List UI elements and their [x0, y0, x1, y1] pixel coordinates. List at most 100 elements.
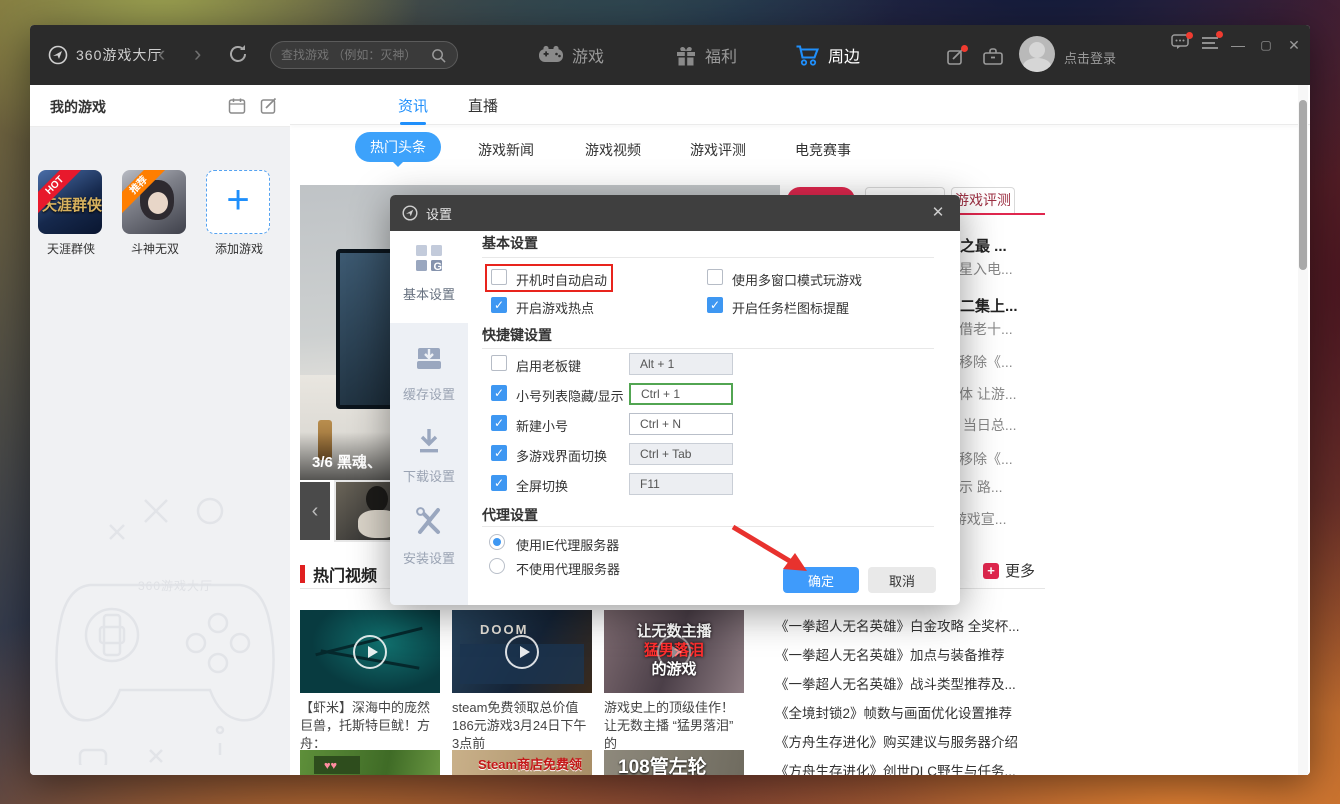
hotkey-input-multi-game-switch[interactable]: Ctrl + Tab	[629, 443, 733, 465]
scrollbar-track[interactable]	[1298, 85, 1308, 775]
checkbox-taskbar-reminder[interactable]: ✓	[707, 297, 723, 313]
checkbox-boss-key[interactable]	[491, 355, 507, 371]
subtab-hot-headlines[interactable]: 热门头条	[355, 132, 441, 162]
controller-watermark	[50, 465, 280, 765]
dialog-nav-install[interactable]: 安装设置	[390, 507, 468, 567]
tab-live[interactable]: 直播	[468, 95, 498, 116]
dialog-nav-cache[interactable]: 缓存设置	[390, 345, 468, 403]
article-link[interactable]: 《方舟生存进化》购买建议与服务器介绍	[775, 731, 1047, 751]
checkbox-game-hotspot[interactable]: ✓	[491, 297, 507, 313]
hotkey-input-alt-list-toggle[interactable]: Ctrl + 1	[629, 383, 733, 405]
article-link[interactable]: 《一拳超人无名英雄》加点与装备推荐	[775, 644, 1047, 664]
ok-button[interactable]: 确定	[783, 567, 859, 593]
tab-news[interactable]: 资讯	[398, 95, 428, 116]
nav-games[interactable]: 游戏	[538, 25, 604, 85]
compose-icon[interactable]	[946, 47, 966, 72]
checkbox-label: 开启任务栏图标提醒	[732, 298, 849, 317]
radio-no-proxy[interactable]	[489, 558, 505, 574]
checkbox-label: 开启游戏热点	[516, 298, 594, 317]
subtab-game-news[interactable]: 游戏新闻	[478, 140, 534, 160]
dialog-nav-download[interactable]: 下载设置	[390, 427, 468, 485]
hotkey-input-new-alt[interactable]: Ctrl + N	[629, 413, 733, 435]
news-item[interactable]: 群体 让游...	[945, 384, 1050, 404]
back-arrow-icon[interactable]: ‹	[158, 43, 165, 65]
toolbox-icon[interactable]	[982, 47, 1004, 72]
game-label: 天涯群侠	[38, 240, 104, 257]
video-card[interactable]: 让无数主播 猛男落泪 的游戏 游戏史上的顶级佳作！让无数主播 “猛男落泪” 的	[604, 610, 744, 753]
cache-settings-icon	[414, 345, 444, 373]
checkbox-multiwindow[interactable]	[707, 269, 723, 285]
subtab-esports[interactable]: 电竞赛事	[795, 140, 851, 160]
news-item[interactable]: 年之最 ...	[945, 235, 1050, 256]
messages-icon[interactable]	[1168, 33, 1192, 57]
search-icon[interactable]	[431, 48, 446, 63]
forward-arrow-icon[interactable]: ›	[194, 43, 201, 65]
nav-peripherals[interactable]: 周边	[795, 25, 860, 85]
news-item[interactable]: 工 当日总...	[945, 415, 1050, 435]
checkbox-alt-list-toggle[interactable]: ✓	[491, 385, 507, 401]
radio-use-ie-proxy[interactable]	[489, 534, 505, 550]
avatar[interactable]	[1019, 36, 1055, 72]
refresh-icon[interactable]	[226, 42, 250, 71]
plus-icon: +	[206, 170, 270, 234]
article-link[interactable]: 《一拳超人无名英雄》战斗类型推荐及...	[775, 673, 1047, 693]
game-doushenwushuang[interactable]: 推荐 斗神无双	[122, 170, 188, 257]
menu-badge	[1216, 31, 1223, 38]
dialog-close-icon[interactable]: ✕	[928, 203, 948, 223]
video-thumbnail[interactable]: ♥♥	[300, 750, 440, 775]
add-game-button[interactable]: + 添加游戏	[206, 170, 272, 257]
news-item[interactable]: 者移除《...	[945, 449, 1050, 469]
news-item[interactable]: 球星入电...	[945, 259, 1050, 279]
maximize-button[interactable]: ▢	[1254, 33, 1278, 57]
checkbox-multi-game-switch[interactable]: ✓	[491, 445, 507, 461]
news-item[interactable]: 4游戏宣...	[945, 509, 1050, 529]
scrollbar-thumb[interactable]	[1299, 100, 1307, 270]
carousel-prev-arrow[interactable]: ‹	[300, 482, 330, 540]
video-card[interactable]: 【虾米】深海中的庞然巨兽，托斯特巨鱿！方舟：	[300, 610, 440, 753]
game-tianyaqunxia[interactable]: 天涯群侠 HOT 天涯群侠	[38, 170, 104, 257]
play-icon	[353, 635, 387, 669]
dialog-nav-label: 缓存设置	[390, 384, 468, 403]
menu-icon[interactable]	[1198, 33, 1222, 57]
right-tab-3[interactable]: 游戏评测	[951, 187, 1015, 213]
checkbox-fullscreen-toggle[interactable]: ✓	[491, 475, 507, 491]
video-thumbnail[interactable]: 108管左轮	[604, 750, 744, 775]
video-thumbnail: 让无数主播 猛男落泪 的游戏	[604, 610, 744, 693]
minimize-button[interactable]: —	[1226, 33, 1250, 57]
video-thumbnail[interactable]: Steam商店免费领	[452, 750, 592, 775]
compose-badge	[961, 45, 968, 52]
cancel-button[interactable]: 取消	[868, 567, 936, 593]
dialog-nav-label: 安装设置	[390, 548, 468, 567]
video-card[interactable]: DOOM steam免费领取总价值186元游戏3月24日下午3点前	[452, 610, 592, 753]
checkbox-new-alt[interactable]: ✓	[491, 415, 507, 431]
hotkey-input-fullscreen[interactable]: F11	[629, 473, 733, 495]
news-item[interactable]: 者移除《...	[945, 352, 1050, 372]
thumb-overlay-text: Steam商店免费领	[478, 754, 582, 773]
article-link[interactable]: 《全境封锁2》帧数与画面优化设置推荐	[775, 702, 1047, 722]
hotkey-input-boss-key[interactable]: Alt + 1	[629, 353, 733, 375]
plus-icon: +	[983, 563, 999, 579]
edit-games-icon[interactable]	[260, 97, 278, 115]
article-link[interactable]: 《方舟生存进化》创世DLC野生与任务...	[775, 760, 1047, 775]
search-input[interactable]	[281, 48, 431, 62]
subtab-game-reviews[interactable]: 游戏评测	[690, 140, 746, 160]
news-item[interactable]: 租借老十...	[945, 319, 1050, 339]
checkbox-autostart[interactable]	[491, 269, 507, 285]
dialog-header: 设置 ✕	[390, 195, 960, 231]
settings-dialog: 设置 ✕ G 基本设置 缓存设置	[390, 195, 960, 605]
article-link[interactable]: 《一拳超人无名英雄》白金攻略 全奖杯...	[775, 615, 1047, 635]
news-item[interactable]: 演示 路...	[945, 477, 1050, 497]
game-label: 添加游戏	[206, 240, 272, 257]
close-button[interactable]: ✕	[1282, 33, 1306, 57]
dialog-title: 设置	[426, 204, 452, 223]
dialog-nav-basic[interactable]: G 基本设置	[390, 243, 468, 303]
login-link[interactable]: 点击登录	[1064, 48, 1116, 67]
app-window: 360游戏大厅 ‹ › 游戏 福利	[30, 25, 1310, 775]
calendar-icon[interactable]	[228, 97, 246, 115]
news-item[interactable]: 第二集上...	[945, 295, 1050, 316]
nav-welfare[interactable]: 福利	[675, 25, 737, 85]
more-link[interactable]: + 更多	[983, 560, 1035, 581]
subtab-game-videos[interactable]: 游戏视频	[585, 140, 641, 160]
search-box[interactable]	[270, 41, 458, 69]
play-icon	[505, 635, 539, 669]
